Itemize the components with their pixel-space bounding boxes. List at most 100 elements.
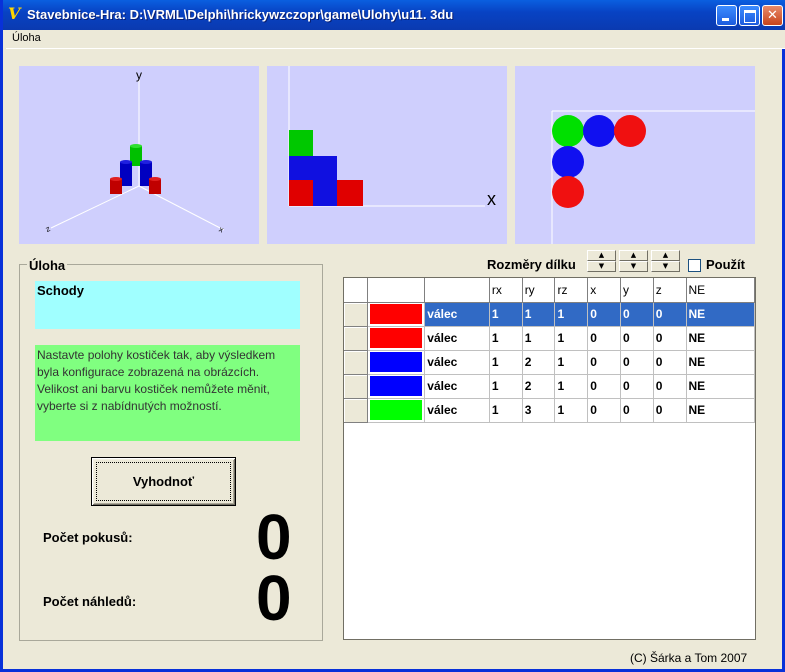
task-description: Nastavte polohy kostiček tak, aby výsled… [35, 345, 300, 441]
minimize-button[interactable] [716, 5, 737, 26]
axis-z-label: z [44, 224, 51, 234]
spin-down-icon[interactable]: ▼ [587, 261, 616, 272]
z-cell[interactable]: 0 [653, 326, 687, 351]
y-cell[interactable]: 0 [620, 350, 654, 375]
spin-down-icon[interactable]: ▼ [619, 261, 648, 272]
task-group-label: Úloha [27, 258, 68, 273]
maximize-button[interactable] [739, 5, 760, 26]
column-header-rz[interactable]: rz [554, 278, 589, 303]
color-cell[interactable] [367, 398, 426, 423]
z-cell[interactable]: 0 [653, 350, 687, 375]
color-cell[interactable] [367, 350, 426, 375]
dimension-spinner-z[interactable]: ▲ ▼ [651, 250, 680, 272]
shape-cell[interactable]: válec [424, 374, 490, 399]
menu-bar: Úloha [6, 30, 785, 49]
rx-cell[interactable]: 1 [489, 302, 523, 327]
table-row[interactable]: válec 1 3 1 0 0 0 NE [344, 398, 755, 423]
rz-cell[interactable]: 1 [554, 302, 589, 327]
spin-up-icon[interactable]: ▲ [619, 250, 648, 261]
view-top[interactable] [515, 66, 755, 244]
shape-cell[interactable]: válec [424, 350, 490, 375]
ry-cell[interactable]: 2 [522, 374, 556, 399]
z-cell[interactable]: 0 [653, 302, 687, 327]
view-top-canvas [551, 110, 755, 244]
cube-red-front-1 [289, 180, 313, 206]
dimension-spinner-x[interactable]: ▲ ▼ [587, 250, 616, 272]
table-row[interactable]: válec 1 1 1 0 0 0 NE [344, 326, 755, 351]
ne-cell[interactable]: NE [686, 374, 755, 399]
close-button[interactable]: ✕ [762, 5, 783, 26]
window-title: Stavebnice-Hra: D:\VRML\Delphi\hrickywzc… [27, 7, 454, 22]
x-cell[interactable]: 0 [587, 326, 621, 351]
row-header[interactable] [344, 326, 369, 351]
x-cell[interactable]: 0 [587, 302, 621, 327]
color-cell[interactable] [367, 374, 426, 399]
ry-cell[interactable]: 3 [522, 398, 556, 423]
table-row[interactable]: válec 1 2 1 0 0 0 NE [344, 350, 755, 375]
column-header-rx[interactable]: rx [489, 278, 523, 303]
circle-blue-top-1 [583, 115, 615, 147]
dimensions-label: Rozměry dílku [487, 257, 576, 272]
shape-cell[interactable]: válec [424, 302, 490, 327]
view-front[interactable]: x [267, 66, 507, 244]
column-header-color[interactable] [367, 278, 426, 303]
row-header[interactable] [344, 302, 369, 327]
ry-cell[interactable]: 1 [522, 326, 556, 351]
cube-blue-front-1 [289, 156, 313, 180]
column-header-z[interactable]: z [653, 278, 687, 303]
dimension-spinner-y[interactable]: ▲ ▼ [619, 250, 648, 272]
ry-cell[interactable]: 2 [522, 350, 556, 375]
y-cell[interactable]: 0 [620, 302, 654, 327]
table-row[interactable]: válec 1 1 1 0 0 0 NE [344, 302, 755, 327]
color-cell[interactable] [367, 302, 426, 327]
z-cell[interactable]: 0 [653, 374, 687, 399]
y-cell[interactable]: 0 [620, 374, 654, 399]
color-swatch [370, 352, 423, 372]
z-cell[interactable]: 0 [653, 398, 687, 423]
evaluate-button[interactable]: Vyhodnoť [91, 457, 236, 506]
y-cell[interactable]: 0 [620, 326, 654, 351]
spin-up-icon[interactable]: ▲ [587, 250, 616, 261]
view-3d[interactable]: y z x [19, 66, 259, 244]
use-checkbox[interactable] [688, 259, 701, 272]
column-header-x[interactable]: x [587, 278, 621, 303]
rz-cell[interactable]: 1 [554, 398, 589, 423]
color-swatch [370, 304, 423, 324]
y-cell[interactable]: 0 [620, 398, 654, 423]
row-header[interactable] [344, 374, 369, 399]
rx-cell[interactable]: 1 [489, 326, 523, 351]
cube-red-front-2 [337, 180, 363, 206]
x-cell[interactable]: 0 [587, 398, 621, 423]
ry-cell[interactable]: 1 [522, 302, 556, 327]
rz-cell[interactable]: 1 [554, 374, 589, 399]
rx-cell[interactable]: 1 [489, 374, 523, 399]
title-bar[interactable]: V Stavebnice-Hra: D:\VRML\Delphi\hrickyw… [3, 0, 785, 30]
ne-cell[interactable]: NE [686, 350, 755, 375]
x-cell[interactable]: 0 [587, 374, 621, 399]
row-header[interactable] [344, 350, 369, 375]
pieces-grid[interactable]: rx ry rz x y z NE válec 1 1 1 0 0 0 NE válec 1 1 1 0… [343, 277, 756, 640]
table-row[interactable]: válec 1 2 1 0 0 0 NE [344, 374, 755, 399]
rx-cell[interactable]: 1 [489, 350, 523, 375]
shape-cell[interactable]: válec [424, 326, 490, 351]
spin-down-icon[interactable]: ▼ [651, 261, 680, 272]
x-cell[interactable]: 0 [587, 350, 621, 375]
ne-cell[interactable]: NE [686, 302, 755, 327]
rz-cell[interactable]: 1 [554, 326, 589, 351]
ne-cell[interactable]: NE [686, 398, 755, 423]
rx-cell[interactable]: 1 [489, 398, 523, 423]
column-header-ry[interactable]: ry [522, 278, 556, 303]
spin-up-icon[interactable]: ▲ [651, 250, 680, 261]
row-header[interactable] [344, 398, 369, 423]
column-header-ne[interactable]: NE [686, 278, 755, 303]
column-header-shape[interactable] [424, 278, 490, 303]
use-checkbox-label[interactable]: Použít [706, 257, 745, 272]
rz-cell[interactable]: 1 [554, 350, 589, 375]
column-header-y[interactable]: y [620, 278, 654, 303]
menu-item-uloha[interactable]: Úloha [12, 32, 41, 44]
color-cell[interactable] [367, 326, 426, 351]
shape-cell[interactable]: válec [424, 398, 490, 423]
app-logo-icon[interactable]: V [8, 6, 24, 22]
copyright-text: (C) Šárka a Tom 2007 [630, 651, 748, 665]
ne-cell[interactable]: NE [686, 326, 755, 351]
